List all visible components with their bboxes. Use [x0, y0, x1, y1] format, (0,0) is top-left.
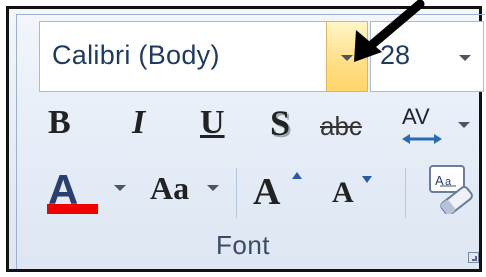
dropdown-arrow-icon	[459, 55, 471, 61]
grow-arrow-icon	[292, 172, 302, 179]
clear-formatting-icon[interactable]: A a	[426, 164, 476, 214]
arrow-cursor-icon	[354, 0, 425, 62]
double-arrow-icon	[402, 134, 442, 144]
change-case-dropdown-icon[interactable]	[207, 185, 219, 191]
font-group-label: Font	[215, 230, 271, 260]
grow-font-button[interactable]: A	[253, 170, 280, 214]
character-spacing-button[interactable]: AV	[400, 100, 470, 148]
change-case-button[interactable]: Aa	[150, 170, 189, 207]
bold-button[interactable]: B	[48, 104, 71, 142]
font-color-swatch	[47, 204, 98, 214]
dialog-launcher-icon[interactable]	[468, 252, 479, 263]
strikethrough-button[interactable]: abc	[320, 111, 362, 142]
separator	[405, 168, 406, 218]
shrink-font-button[interactable]: A	[332, 176, 354, 210]
italic-button[interactable]: I	[132, 104, 145, 142]
underline-button[interactable]: U	[200, 104, 225, 142]
font-name-value: Calibri (Body)	[52, 40, 220, 70]
dropdown-arrow-icon	[458, 122, 470, 128]
font-color-dropdown-icon[interactable]	[114, 185, 126, 191]
character-spacing-label: AV	[402, 104, 430, 129]
separator	[236, 168, 237, 218]
shrink-arrow-icon	[362, 176, 372, 183]
shadow-button[interactable]: S	[270, 102, 290, 144]
